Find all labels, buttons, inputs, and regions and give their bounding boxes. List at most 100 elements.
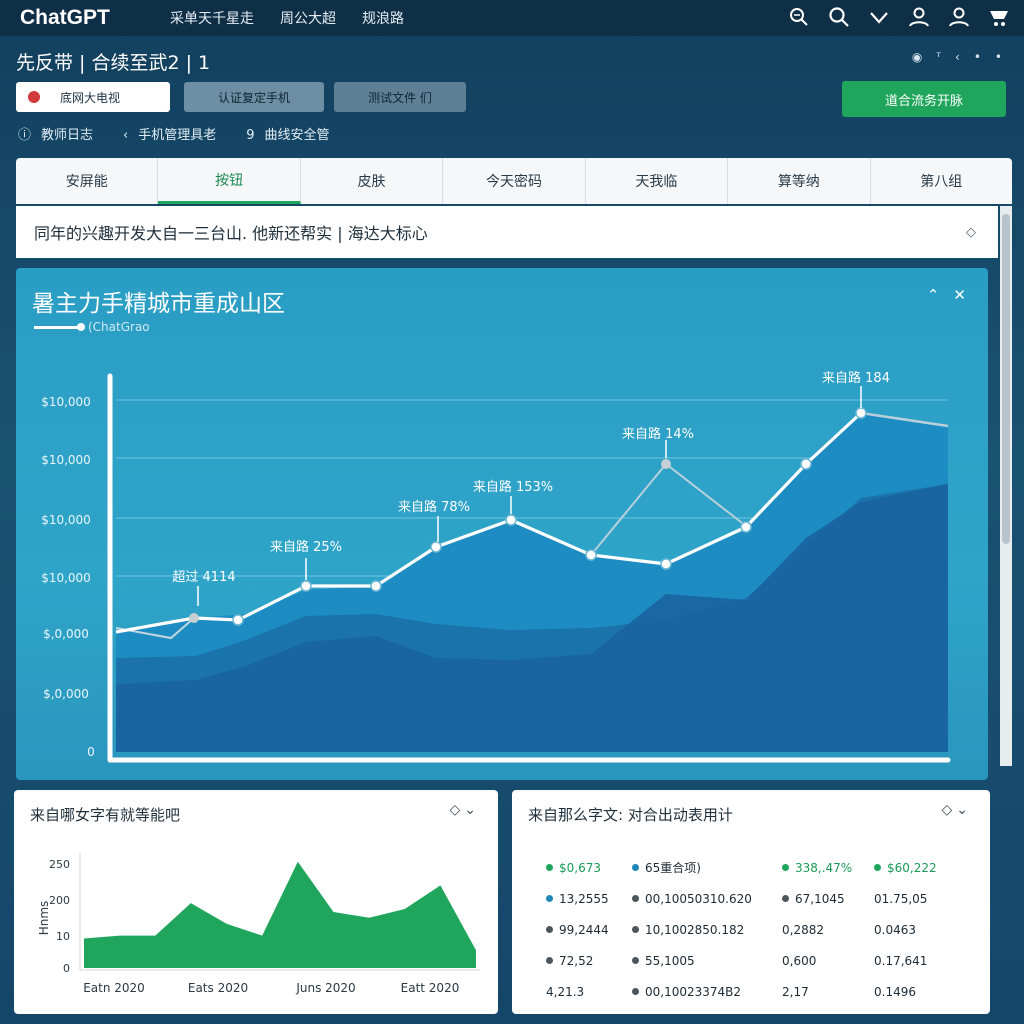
info-icon: ⓘ bbox=[18, 128, 32, 143]
small-area-chart: Hnms 250200100Eatn 2020 Eats 2020 Juns 202… bbox=[37, 852, 480, 995]
zoom-icon[interactable] bbox=[788, 6, 810, 28]
data-point bbox=[800, 458, 812, 470]
header-tool[interactable]: ᵀ bbox=[936, 50, 941, 64]
notice-text: 同年的兴趣开发大自一三台山. 他新还帮实 | 海达大标心 bbox=[34, 224, 428, 243]
table-cell: $0,673 bbox=[546, 861, 632, 875]
data-point bbox=[660, 558, 672, 570]
top-nav-item[interactable]: 采单天千星走 bbox=[170, 8, 254, 28]
header-tool[interactable]: • bbox=[995, 50, 1002, 64]
top-nav-item[interactable]: 规浪路 bbox=[362, 8, 404, 28]
y-tick-label: 0 bbox=[63, 962, 70, 975]
right-stats-panel: 来自那么字文: 对合出动表用计 ◇⌄ $0,673 65重合项) 338,.47… bbox=[512, 790, 990, 1014]
top-nav-item[interactable]: 周公大超 bbox=[280, 8, 336, 28]
scrollbar-thumb[interactable] bbox=[1002, 214, 1010, 544]
y-tick-label: $,0,000 bbox=[43, 687, 89, 701]
diamond-icon[interactable]: ◇ bbox=[941, 802, 956, 818]
cart-icon[interactable] bbox=[988, 6, 1010, 28]
bullet-icon bbox=[632, 957, 639, 964]
table-cell: 99,2444 bbox=[546, 923, 632, 937]
sub-bar-item[interactable]: ⓘ 教师日志 bbox=[18, 124, 93, 143]
table-cell: 67,1045 bbox=[782, 892, 874, 906]
table-cell: 0.1496 bbox=[874, 984, 916, 999]
x-tick-label: Eatt 2020 bbox=[401, 981, 460, 995]
chevron-down-icon[interactable]: ⌄ bbox=[956, 802, 972, 818]
tab[interactable]: 算等纳 bbox=[728, 158, 871, 204]
tab[interactable]: 皮肤 bbox=[301, 158, 444, 204]
table-cell: 65重合项) bbox=[632, 859, 782, 876]
cell-value: 338,.47% bbox=[795, 860, 853, 875]
y-tick-label: $10,000 bbox=[41, 571, 91, 585]
tab[interactable]: 天我临 bbox=[586, 158, 729, 204]
tab[interactable]: 第八组 bbox=[871, 158, 1012, 204]
tab[interactable]: 今天密码 bbox=[443, 158, 586, 204]
table-row: 13,2555 00,10050310.620 67,1045 01.75,05 bbox=[546, 883, 976, 914]
data-point bbox=[505, 514, 517, 526]
filter-button-2[interactable]: 测试文件 们 bbox=[334, 82, 466, 112]
bullet-icon bbox=[632, 988, 639, 995]
user-icon[interactable] bbox=[908, 6, 930, 28]
table-row: 4,21.3 00,10023374B2 2,17 0.1496 bbox=[546, 976, 976, 1007]
sub-bar-label: 手机管理具老 bbox=[138, 128, 217, 143]
bullet-icon bbox=[546, 926, 553, 933]
sub-bar-label: 曲线安全管 bbox=[264, 128, 330, 143]
cell-value: $0,673 bbox=[559, 860, 601, 875]
data-point bbox=[232, 614, 244, 626]
cell-value: 72,52 bbox=[559, 953, 594, 968]
y-tick-label: 0 bbox=[87, 745, 95, 759]
cell-value: 13,2555 bbox=[559, 891, 609, 906]
table-cell: 13,2555 bbox=[546, 892, 632, 906]
profile-icon[interactable] bbox=[948, 6, 970, 28]
table-cell: 01.75,05 bbox=[874, 891, 928, 906]
header-tool[interactable]: ‹ bbox=[955, 50, 960, 64]
main-chart-panel: 暑主力手精城市重成山区 (ChatGrao ⌃ ✕ $10,000 $10,00… bbox=[16, 268, 988, 780]
page-title: 先反带 | 合续至武2 | 1 bbox=[16, 52, 211, 74]
table-cell: 0,2882 bbox=[782, 922, 824, 937]
data-point bbox=[585, 549, 597, 561]
data-point bbox=[740, 521, 752, 533]
table-cell: 0.0463 bbox=[874, 922, 916, 937]
diamond-icon[interactable]: ◇ bbox=[966, 225, 976, 240]
data-point bbox=[855, 407, 867, 419]
data-point bbox=[189, 613, 199, 623]
bullet-icon bbox=[546, 895, 553, 902]
top-nav: 采单天千星走 周公大超 规浪路 bbox=[170, 8, 404, 28]
table-cell: 10,1002850.182 bbox=[632, 923, 782, 937]
tab[interactable]: 安屏能 bbox=[16, 158, 159, 204]
data-point bbox=[300, 580, 312, 592]
bullet-icon bbox=[546, 864, 553, 871]
bullet-icon bbox=[782, 895, 789, 902]
annotation-label: 来自路 14% bbox=[622, 426, 694, 442]
bullet-icon bbox=[546, 957, 553, 964]
location-button[interactable]: 底网大电视 bbox=[16, 82, 170, 112]
filter-button-1[interactable]: 认证复定手机 bbox=[184, 82, 324, 112]
primary-action-button[interactable]: 道合流务开脉 bbox=[842, 81, 1006, 117]
table-row: $0,673 65重合项) 338,.47% $60,222 bbox=[546, 852, 976, 883]
main-chart: $10,000 $10,000 $10,000 $10,000 $,0,000 … bbox=[41, 370, 951, 763]
sub-bar-item[interactable]: 9 曲线安全管 bbox=[246, 124, 329, 143]
location-label: 底网大电视 bbox=[60, 90, 121, 105]
sub-bar-item[interactable]: ‹ 手机管理具老 bbox=[123, 124, 216, 143]
table-cell: 2,17 bbox=[782, 984, 809, 999]
search-icon[interactable] bbox=[828, 6, 850, 28]
table-row: 72,52 55,1005 0,600 0.17,641 bbox=[546, 945, 976, 976]
chevron-down-icon[interactable] bbox=[868, 6, 890, 28]
annotation-label: 来自路 25% bbox=[270, 539, 342, 555]
table-cell: 4,21.3 bbox=[546, 984, 585, 999]
notice-bar: 同年的兴趣开发大自一三台山. 他新还帮实 | 海达大标心 ◇ bbox=[16, 206, 998, 258]
table-cell: 0.17,641 bbox=[874, 953, 928, 968]
table-cell: 72,52 bbox=[546, 954, 632, 968]
cell-value: 65重合项) bbox=[645, 861, 701, 875]
y-tick-label: 250 bbox=[49, 858, 70, 871]
stats-table: $0,673 65重合项) 338,.47% $60,222 13,2555 0… bbox=[546, 852, 976, 1007]
header-tool[interactable]: ◉ bbox=[912, 50, 922, 64]
bullet-icon bbox=[632, 864, 639, 871]
tab-active[interactable]: 按钮 bbox=[158, 158, 301, 204]
cell-value: 00,10023374B2 bbox=[645, 984, 742, 999]
left-chart-panel: 来自哪女字有就等能吧 ◇⌄ Hnms 250 200 10 0 Eatn 2020 Eat… bbox=[14, 790, 498, 1014]
header-tool[interactable]: • bbox=[974, 50, 981, 64]
table-cell: $60,222 bbox=[874, 861, 964, 875]
app-brand[interactable]: ChatGPT bbox=[20, 6, 170, 30]
sub-bar-label: 教师日志 bbox=[41, 128, 94, 143]
cell-value: 00,10050310.620 bbox=[645, 891, 752, 906]
table-cell: 00,10023374B2 bbox=[632, 985, 782, 999]
